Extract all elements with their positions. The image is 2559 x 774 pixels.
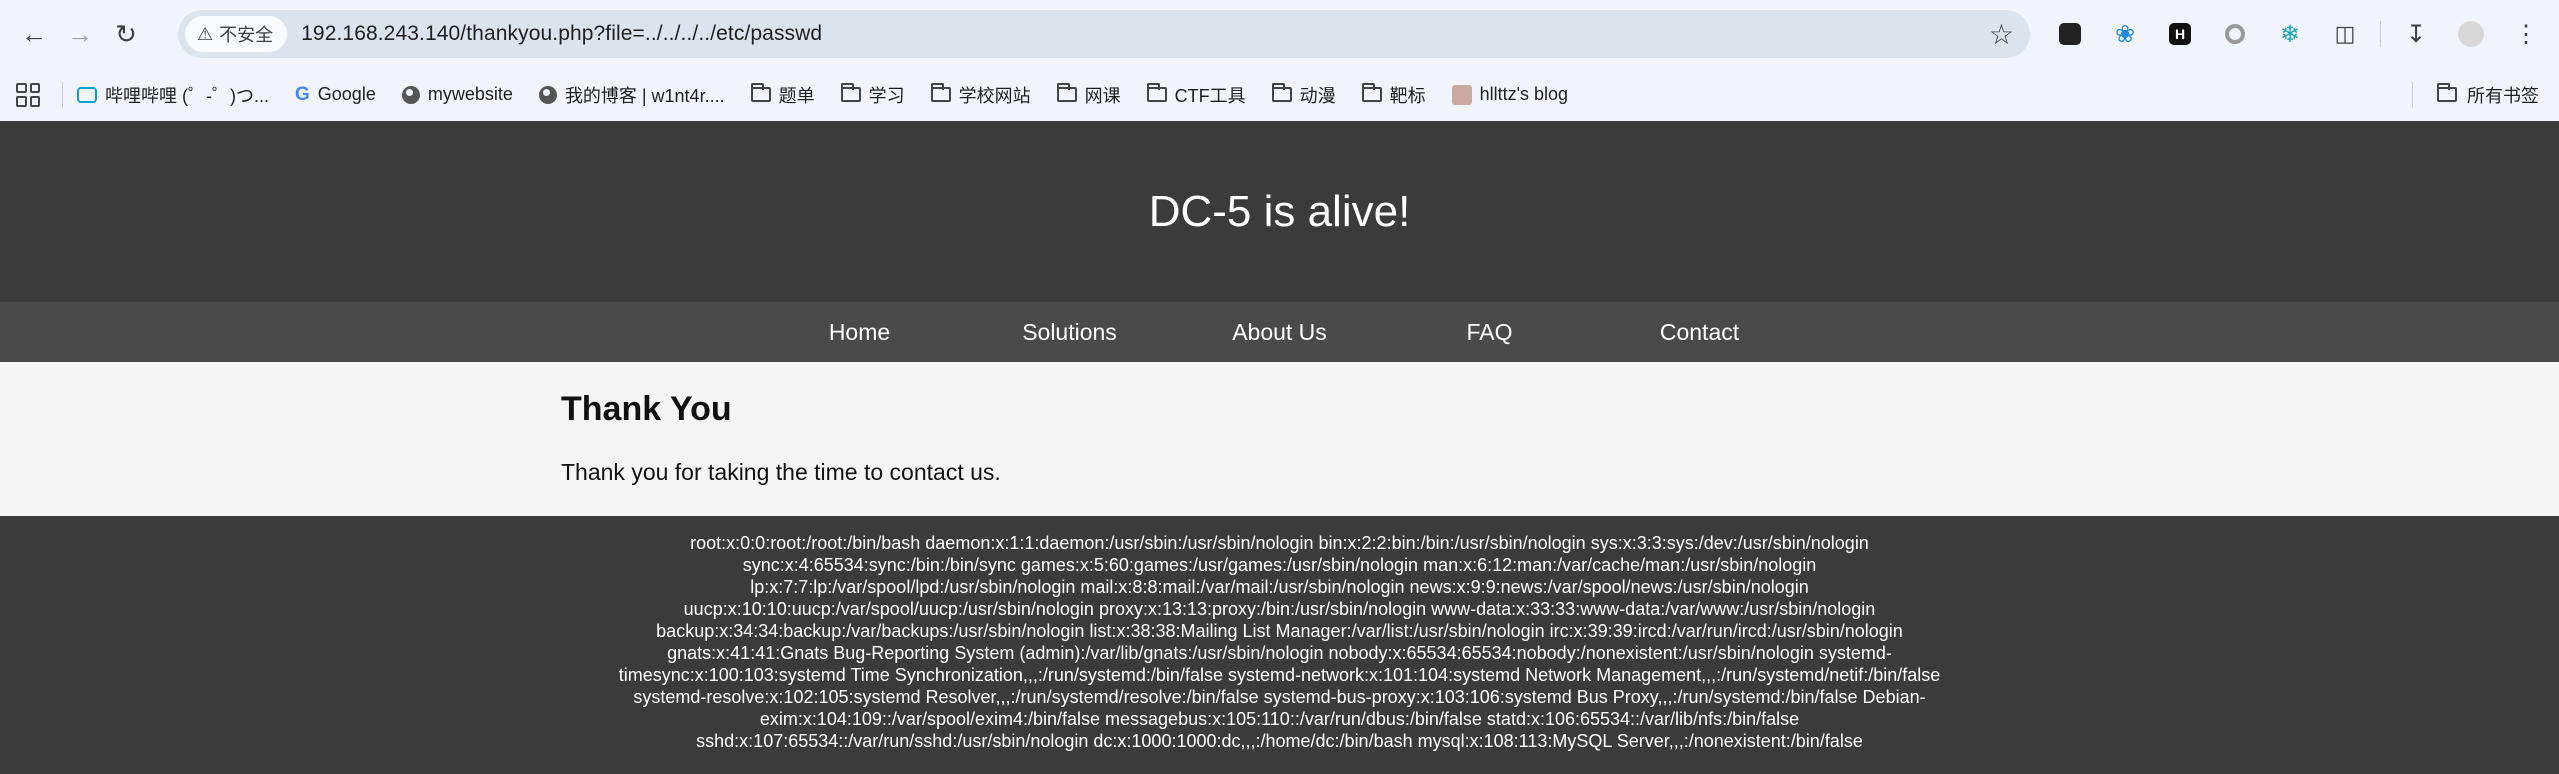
extension-button[interactable]: ❀ [2105,14,2145,54]
nav-link-faq[interactable]: FAQ [1466,319,1512,345]
bookmark-label: 动漫 [1299,85,1336,106]
snowflake-extension-icon: ❄ [2279,20,2301,48]
all-bookmarks-button[interactable]: 所有书签 [2412,68,2539,121]
back-button[interactable]: ← [11,11,57,57]
bookmark-folder-anime[interactable]: 动漫 [1271,82,1336,108]
url-text[interactable]: 192.168.243.140/thankyou.php?file=../../… [301,22,822,46]
bookmark-label: mywebsite [427,84,513,104]
footer-line: systemd-resolve:x:102:105:systemd Resolv… [633,687,1926,707]
all-bookmarks-label: 所有书签 [2467,85,2539,106]
tampermonkey-icon [2059,23,2081,45]
nav-link-home[interactable]: Home [829,319,890,345]
hackbar-icon: H [2169,23,2191,45]
site-nav: Home Solutions About Us FAQ Contact [0,302,2559,362]
folder-icon [1271,83,1292,102]
toolbar-divider [2380,21,2381,47]
extension-button[interactable]: ❄ [2270,14,2310,54]
bird-extension-icon: ❀ [2114,20,2136,48]
folder-icon [750,83,771,102]
avatar-icon [1451,84,1472,105]
bookmark-folder-tidan[interactable]: 题单 [750,82,815,108]
footer-line: sshd:x:107:65534::/var/run/sshd:/usr/sbi… [696,731,1863,751]
site-header: DC-5 is alive! [0,121,2559,302]
bookmark-label: 网课 [1084,85,1121,106]
footer-line: exim:x:104:109::/var/spool/exim4:/bin/fa… [759,709,1800,729]
reload-button[interactable]: ↻ [103,11,149,57]
bookmarks-divider [62,81,63,108]
more-vertical-icon: ⋮ [2514,20,2538,48]
folder-icon [1146,83,1167,102]
bookmark-label: 哔哩哔哩 (゜-゜)つ... [105,85,269,106]
menu-button[interactable]: ⋮ [2506,14,2546,54]
page-heading: Thank You [561,390,732,428]
globe-icon [401,85,420,104]
thank-you-message: Thank you for taking the time to contact… [561,459,1001,485]
bookmark-label: Google [317,84,376,104]
circle-extension-icon [2225,24,2245,44]
nav-link-solutions[interactable]: Solutions [1022,319,1117,345]
arrow-right-icon: → [67,18,93,49]
extension-button[interactable] [2215,14,2255,54]
forward-button[interactable]: → [57,11,103,57]
bookmark-folder-courses[interactable]: 网课 [1056,82,1121,108]
extension-button[interactable] [2050,14,2090,54]
footer-line: gnats:x:41:41:Gnats Bug-Reporting System… [667,643,1892,663]
folder-icon [840,83,861,102]
bookmark-hllttz-blog[interactable]: hllttz's blog [1451,84,1569,105]
security-indicator[interactable]: ⚠ 不安全 [185,16,288,52]
bookmark-folder-ctf[interactable]: CTF工具 [1146,82,1246,108]
extensions-area: ❀ H ❄ ◫ ↧ ⋮ [2050,14,2559,54]
folder-icon [2437,83,2457,102]
footer-line: lp:x:7:7:lp:/var/spool/lpd:/usr/sbin/nol… [750,577,1809,597]
bilibili-icon [77,86,97,103]
bookmark-label: 学习 [868,85,905,106]
bookmark-google[interactable]: G Google [295,84,376,106]
warning-icon: ⚠ [197,23,214,44]
footer-line: uucp:x:10:10:uucp:/var/spool/uucp:/usr/s… [683,599,1876,619]
footer-line: sync:x:4:65534:sync:/bin:/bin/sync games… [742,555,1817,575]
reload-icon: ↻ [115,18,137,49]
security-label: 不安全 [219,25,274,45]
bookmark-star-icon[interactable]: ☆ [1989,18,2014,51]
bookmark-folder-study[interactable]: 学习 [840,82,905,108]
nav-link-about-us[interactable]: About Us [1232,319,1327,345]
folder-icon [1056,83,1077,102]
bookmark-folder-targets[interactable]: 靶标 [1361,82,1426,108]
download-icon: ↧ [2405,20,2427,48]
bookmark-label: hllttz's blog [1479,84,1569,104]
footer: root:x:0:0:root:/root:/bin/bash daemon:x… [0,516,2559,758]
footer-line: timesync:x:100:103:systemd Time Synchron… [618,665,1941,685]
bookmark-label: 我的博客 | w1nt4r.... [564,85,725,106]
downloads-button[interactable]: ↧ [2396,14,2436,54]
bookmark-label: 题单 [778,85,815,106]
bookmarks-divider [2412,81,2413,108]
globe-icon [538,85,557,104]
bookmark-bilibili[interactable]: 哔哩哔哩 (゜-゜)つ... [77,82,269,108]
bookmark-label: 靶标 [1389,85,1426,106]
google-icon: G [295,83,310,105]
footer-line: root:x:0:0:root:/root:/bin/bash daemon:x… [690,533,1869,553]
extension-button[interactable]: H [2160,14,2200,54]
extensions-menu-button[interactable]: ◫ [2325,14,2365,54]
apps-grid-icon[interactable] [16,82,40,107]
bookmark-mywebsite[interactable]: mywebsite [401,84,513,105]
address-bar[interactable]: ⚠ 不安全 192.168.243.140/thankyou.php?file=… [178,10,2030,58]
bookmarks-bar: 哔哩哔哩 (゜-゜)つ... G Google mywebsite 我的博客 |… [0,68,2559,121]
folder-icon [930,83,951,102]
site-title: DC-5 is alive! [1148,186,1411,236]
bookmark-label: CTF工具 [1174,85,1246,106]
footer-line: backup:x:34:34:backup:/var/backups:/usr/… [656,621,1903,641]
browser-toolbar: ← → ↻ ⚠ 不安全 192.168.243.140/thankyou.php… [0,0,2559,68]
bookmark-label: 学校网站 [958,85,1031,106]
puzzle-icon: ◫ [2334,21,2356,46]
bookmark-folder-school[interactable]: 学校网站 [930,82,1031,108]
avatar [2458,21,2484,47]
main-content: Thank You Thank you for taking the time … [0,362,2559,516]
bookmark-blog[interactable]: 我的博客 | w1nt4r.... [538,82,725,108]
arrow-left-icon: ← [21,18,47,49]
nav-link-contact[interactable]: Contact [1660,319,1739,345]
profile-button[interactable] [2451,14,2491,54]
folder-icon [1361,83,1382,102]
